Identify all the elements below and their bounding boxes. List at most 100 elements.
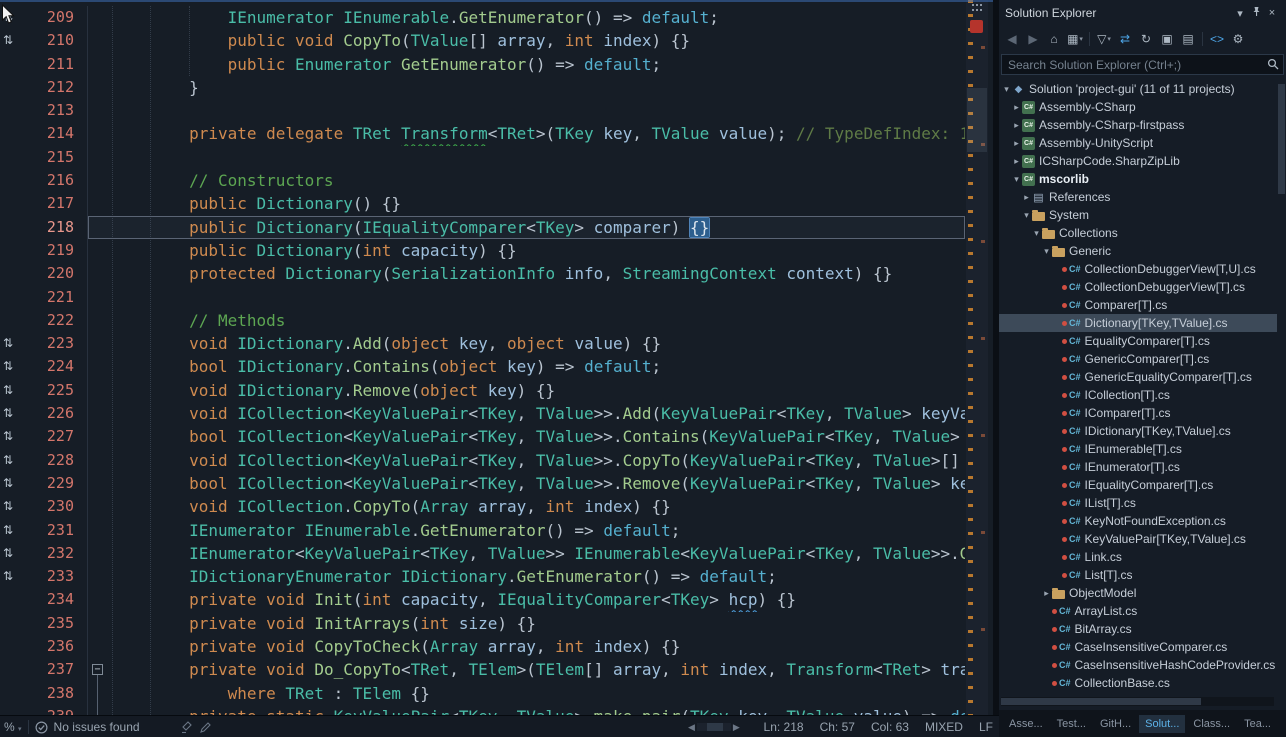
code-line[interactable]: 218 public Dictionary(IEqualityComparer<…: [0, 216, 965, 239]
tree-item[interactable]: C#EqualityComparer[T].cs: [999, 332, 1277, 350]
outlining-margin[interactable]: [88, 612, 108, 635]
tree-item[interactable]: C#ArrayList.cs: [999, 602, 1277, 620]
code-line[interactable]: ⇅230 void ICollection.CopyTo(Array array…: [0, 495, 965, 518]
code-line[interactable]: ⇅229 bool ICollection<KeyValuePair<TKey,…: [0, 472, 965, 495]
code-line[interactable]: ⇅227 bool ICollection<KeyValuePair<TKey,…: [0, 425, 965, 448]
outlining-margin[interactable]: [88, 519, 108, 542]
outlining-margin[interactable]: [88, 542, 108, 565]
tree-item[interactable]: ▾C#mscorlib: [999, 170, 1277, 188]
tool-window-tab[interactable]: Test...: [1051, 715, 1092, 733]
tool-window-tab[interactable]: Tea...: [1238, 715, 1277, 733]
reference-arrows-icon[interactable]: ⇅: [0, 449, 24, 472]
editor-vertical-scrollbar[interactable]: [966, 0, 988, 715]
tool-window-tab[interactable]: GitH...: [1094, 715, 1137, 733]
code-line[interactable]: ⇅226 void ICollection<KeyValuePair<TKey,…: [0, 402, 965, 425]
refresh-icon[interactable]: ↻: [1137, 30, 1155, 48]
breakpoint-margin[interactable]: [0, 192, 24, 215]
tree-item[interactable]: ▸C#Assembly-CSharp-firstpass: [999, 116, 1277, 134]
outlining-margin[interactable]: [88, 332, 108, 355]
document-health-icon[interactable]: [35, 721, 48, 734]
outlining-margin[interactable]: [88, 309, 108, 332]
chevron-expanded-icon[interactable]: ▾: [1021, 210, 1032, 221]
chevron-expanded-icon[interactable]: ▾: [1041, 246, 1052, 257]
outlining-margin[interactable]: [88, 122, 108, 145]
sync-with-active-document-icon[interactable]: ⇄: [1116, 30, 1134, 48]
breakpoint-margin[interactable]: [0, 76, 24, 99]
reference-arrows-icon[interactable]: ⇅: [0, 379, 24, 402]
breakpoint-margin[interactable]: [0, 262, 24, 285]
outlining-margin[interactable]: [88, 588, 108, 611]
breakpoint-margin[interactable]: [0, 658, 24, 681]
settings-icon[interactable]: ⚙: [1229, 30, 1247, 48]
outlining-margin[interactable]: [88, 53, 108, 76]
reference-arrows-icon[interactable]: ⇅: [0, 425, 24, 448]
chevron-expanded-icon[interactable]: ▾: [1011, 174, 1022, 185]
tree-item[interactable]: C#GenericComparer[T].cs: [999, 350, 1277, 368]
outlining-margin[interactable]: [88, 705, 108, 715]
code-line[interactable]: 222 // Methods: [0, 309, 965, 332]
code-line[interactable]: 214 private delegate TRet Transform<TRet…: [0, 122, 965, 145]
chevron-collapsed-icon[interactable]: ▸: [1011, 138, 1022, 149]
outlining-margin[interactable]: −: [88, 658, 108, 681]
code-line[interactable]: 236 private void CopyToCheck(Array array…: [0, 635, 965, 658]
code-line[interactable]: ⇅228 void ICollection<KeyValuePair<TKey,…: [0, 449, 965, 472]
outlining-margin[interactable]: [88, 29, 108, 52]
char-indicator[interactable]: Ch: 57: [820, 720, 855, 734]
code-line[interactable]: 215: [0, 146, 965, 169]
preview-code-icon[interactable]: <>: [1208, 30, 1226, 48]
scroll-right-icon[interactable]: ▶: [733, 722, 740, 733]
tree-item[interactable]: ▾Generic: [999, 242, 1277, 260]
tree-item[interactable]: C#IEqualityComparer[T].cs: [999, 476, 1277, 494]
chevron-collapsed-icon[interactable]: ▸: [1011, 120, 1022, 131]
editor-horizontal-scrollbar[interactable]: ◀ ▶: [688, 716, 740, 737]
chevron-collapsed-icon[interactable]: ▸: [1021, 192, 1032, 203]
tree-item[interactable]: C#List[T].cs: [999, 566, 1277, 584]
code-line[interactable]: 213: [0, 99, 965, 122]
tree-item[interactable]: C#IDictionary[TKey,TValue].cs: [999, 422, 1277, 440]
tree-item[interactable]: C#KeyNotFoundException.cs: [999, 512, 1277, 530]
tree-item[interactable]: C#IComparer[T].cs: [999, 404, 1277, 422]
outlining-margin[interactable]: [88, 239, 108, 262]
tree-item[interactable]: C#Dictionary[TKey,TValue].cs: [999, 314, 1277, 332]
reference-arrows-icon[interactable]: ⇅: [0, 542, 24, 565]
reference-arrows-icon[interactable]: ⇅: [0, 495, 24, 518]
tree-item[interactable]: C#Comparer[T].cs: [999, 296, 1277, 314]
breakpoint-margin[interactable]: [0, 53, 24, 76]
issues-status[interactable]: No issues found: [54, 720, 140, 734]
tree-item[interactable]: C#KeyValuePair[TKey,TValue].cs: [999, 530, 1277, 548]
code-editor[interactable]: ⇅209 IEnumerator IEnumerable.GetEnumerat…: [0, 0, 993, 715]
outlining-margin[interactable]: [88, 216, 108, 239]
encoding-indicator[interactable]: MIXED: [925, 720, 963, 734]
outlining-margin[interactable]: [88, 495, 108, 518]
breakpoint-margin[interactable]: [0, 286, 24, 309]
outlining-margin[interactable]: [88, 565, 108, 588]
reference-arrows-icon[interactable]: ⇅: [0, 355, 24, 378]
code-line[interactable]: ⇅223 void IDictionary.Add(object key, ob…: [0, 332, 965, 355]
tool-window-tab[interactable]: Asse...: [1003, 715, 1049, 733]
code-line[interactable]: 238 where TRet : TElem {}: [0, 682, 965, 705]
tree-item[interactable]: C#GenericEqualityComparer[T].cs: [999, 368, 1277, 386]
scrollbar-thumb[interactable]: [707, 723, 723, 731]
tree-item[interactable]: ▸▤References: [999, 188, 1277, 206]
line-indicator[interactable]: Ln: 218: [764, 720, 804, 734]
tree-item[interactable]: ▸ObjectModel: [999, 584, 1277, 602]
code-line[interactable]: 219 public Dictionary(int capacity) {}: [0, 239, 965, 262]
error-badge-icon[interactable]: [970, 20, 983, 33]
tree-item[interactable]: ▸C#ICSharpCode.SharpZipLib: [999, 152, 1277, 170]
outlining-margin[interactable]: [88, 76, 108, 99]
code-line[interactable]: ⇅210 public void CopyTo(TValue[] array, …: [0, 29, 965, 52]
scrollbar-track[interactable]: [697, 723, 731, 731]
code-line[interactable]: 217 public Dictionary() {}: [0, 192, 965, 215]
tree-item[interactable]: C#CaseInsensitiveHashCodeProvider.cs: [999, 656, 1277, 674]
code-line[interactable]: 239 private static KeyValuePair<TKey, TV…: [0, 705, 965, 715]
outlining-margin[interactable]: [88, 402, 108, 425]
chevron-collapsed-icon[interactable]: ▸: [1011, 156, 1022, 167]
tree-item[interactable]: C#ICollection[T].cs: [999, 386, 1277, 404]
tool-window-tab[interactable]: Solut...: [1139, 715, 1185, 733]
tree-item[interactable]: C#CollectionDebuggerView[T,U].cs: [999, 260, 1277, 278]
split-grip-icon[interactable]: [972, 4, 982, 11]
nested-files-icon[interactable]: ▣: [1158, 30, 1176, 48]
reference-arrows-icon[interactable]: ⇅: [0, 29, 24, 52]
fold-collapse-button[interactable]: −: [92, 664, 103, 675]
window-position-menu-icon[interactable]: ▾: [1232, 7, 1248, 20]
